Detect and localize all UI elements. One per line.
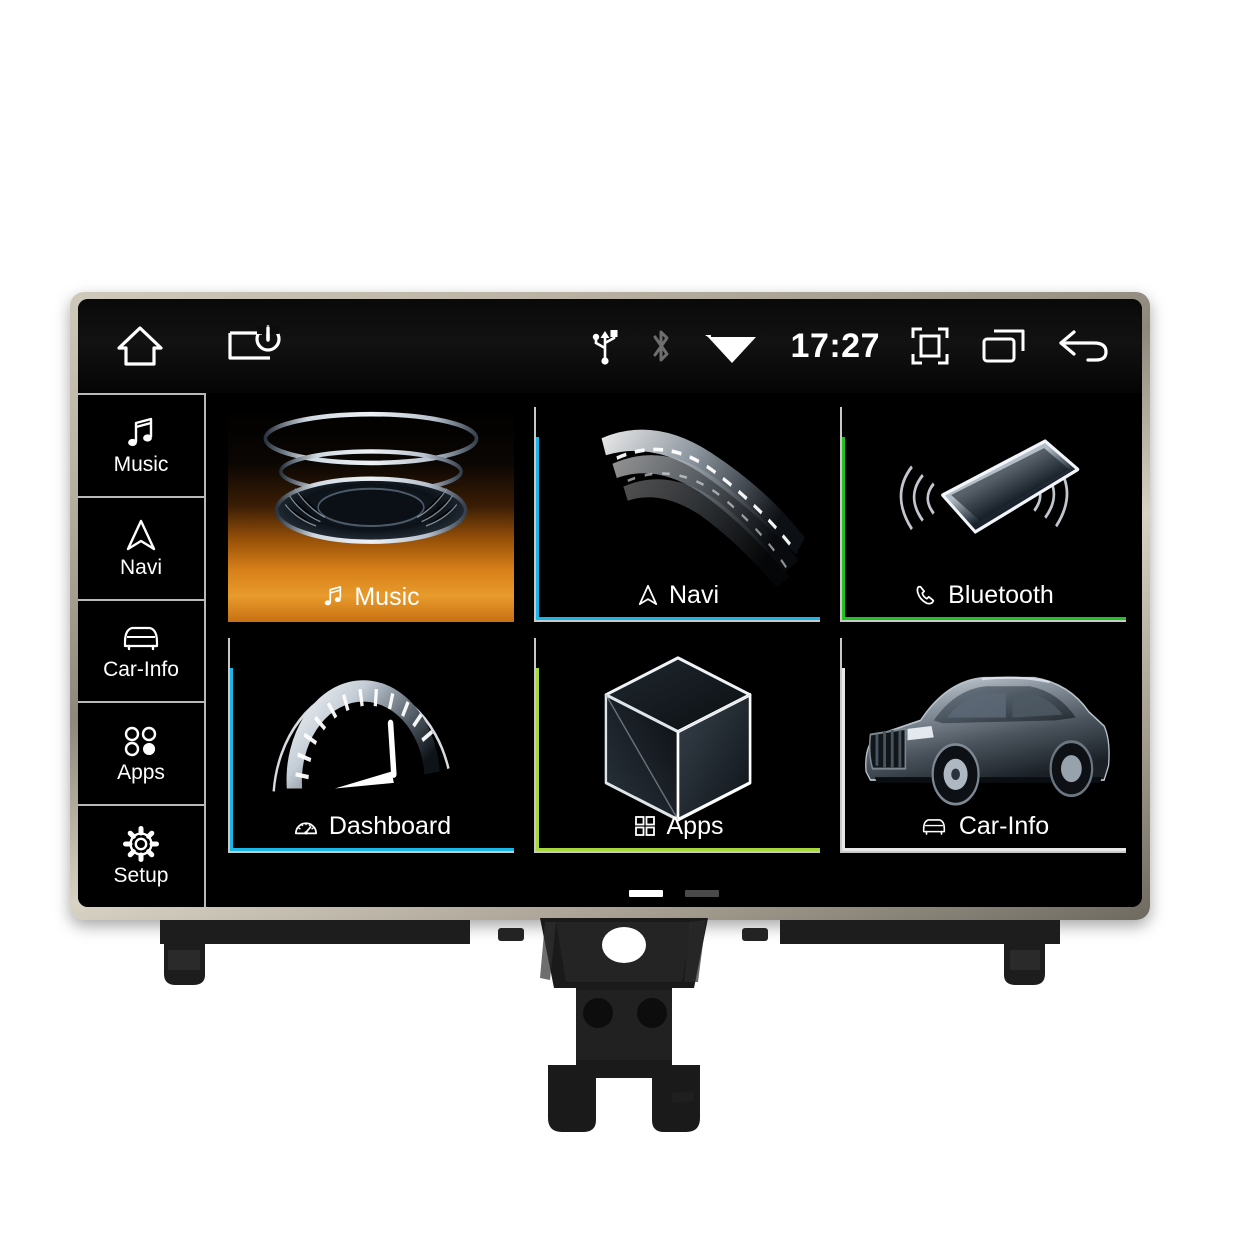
- tile-label-text: Dashboard: [328, 811, 452, 840]
- tile-label-text: Car-Info: [958, 811, 1050, 840]
- status-bar-left-group: [78, 324, 282, 368]
- navigation-arrow-icon: [124, 519, 158, 553]
- tile-navi-accent-left: [536, 436, 539, 620]
- tile-bluetooth-accent-edge: [842, 617, 1126, 620]
- car-front-icon: [118, 621, 164, 655]
- page-dot-active[interactable]: [629, 890, 663, 897]
- wifi-icon: [703, 327, 761, 365]
- sidebar-item-label: Car-Info: [103, 658, 179, 682]
- sidebar-item-label: Music: [113, 452, 169, 476]
- tile-grid-wrapper: Music Navi Bluetooth Dashboard Apps Car-…: [206, 393, 1142, 907]
- tile-car-info-label-row: Car-Info: [842, 801, 1126, 851]
- tile-apps-accent-left: [536, 667, 539, 851]
- music-note-icon: [322, 585, 344, 609]
- music-note-icon: [123, 416, 159, 450]
- app-body: Music Navi Car-Info Apps Setup Music Nav…: [78, 393, 1142, 907]
- tile-bluetooth[interactable]: Bluetooth: [840, 407, 1126, 622]
- tile-apps-accent-edge: [536, 848, 820, 851]
- tile-bluetooth-accent-left: [842, 436, 845, 620]
- screen-off-icon[interactable]: [226, 325, 282, 367]
- usb-icon: [591, 326, 619, 366]
- sidebar-item-navi[interactable]: Navi: [78, 495, 204, 599]
- status-bar-right-group: 17:27: [591, 325, 1142, 367]
- tile-dashboard-accent-left: [230, 667, 233, 851]
- tile-bluetooth-label-row: Bluetooth: [842, 570, 1126, 620]
- tile-dashboard-accent-edge: [230, 848, 514, 851]
- apps-grid-icon: [633, 814, 657, 838]
- page-indicator[interactable]: [206, 890, 1142, 897]
- back-icon[interactable]: [1058, 326, 1110, 366]
- tile-music-label-row: Music: [228, 572, 514, 622]
- tile-navi-label-row: Navi: [536, 570, 820, 620]
- recent-apps-icon[interactable]: [980, 326, 1028, 366]
- tile-label-text: Bluetooth: [948, 580, 1054, 609]
- sidebar-item-label: Navi: [119, 555, 162, 579]
- sidebar-item-car-info[interactable]: Car-Info: [78, 598, 204, 702]
- tile-car-info-accent-edge: [842, 848, 1126, 851]
- sidebar-item-music[interactable]: Music: [78, 393, 204, 496]
- tile-car-info-accent-left: [842, 667, 845, 851]
- gauge-icon: [293, 814, 319, 838]
- tile-apps[interactable]: Apps: [534, 638, 820, 853]
- sidebar: Music Navi Car-Info Apps Setup: [78, 393, 206, 907]
- tile-dashboard-label-row: Dashboard: [230, 801, 514, 851]
- sidebar-item-label: Apps: [117, 761, 165, 785]
- phone-handset-icon: [914, 583, 938, 607]
- tile-grid: Music Navi Bluetooth Dashboard Apps Car-…: [228, 407, 1126, 853]
- tile-label-text: Apps: [666, 811, 724, 840]
- clock: 17:27: [790, 327, 880, 365]
- status-bar: 17:27: [78, 299, 1142, 393]
- touchscreen[interactable]: 17:27 Music Navi Car-Info Apps Setup Mus…: [78, 299, 1142, 907]
- bluetooth-icon: [649, 326, 673, 366]
- page-dot-inactive[interactable]: [685, 890, 719, 897]
- head-unit-device: 17:27 Music Navi Car-Info Apps Setup Mus…: [70, 292, 1150, 920]
- tile-car-info[interactable]: Car-Info: [840, 638, 1126, 853]
- tile-music[interactable]: Music: [228, 407, 514, 622]
- apps-dots-icon: [121, 724, 161, 758]
- sidebar-item-setup[interactable]: Setup: [78, 804, 204, 907]
- gear-icon: [122, 826, 160, 863]
- tile-dashboard[interactable]: Dashboard: [228, 638, 514, 853]
- home-icon[interactable]: [116, 324, 164, 368]
- sidebar-item-apps[interactable]: Apps: [78, 701, 204, 804]
- navigation-arrow-icon: [637, 583, 659, 607]
- tile-apps-label-row: Apps: [536, 801, 820, 851]
- tile-label-text: Navi: [668, 580, 719, 609]
- tile-navi[interactable]: Navi: [534, 407, 820, 622]
- car-front-icon: [919, 815, 949, 837]
- tile-navi-accent-edge: [536, 617, 820, 620]
- sidebar-item-label: Setup: [113, 864, 169, 888]
- screenshot-icon[interactable]: [910, 325, 950, 367]
- tile-label-text: Music: [354, 582, 420, 611]
